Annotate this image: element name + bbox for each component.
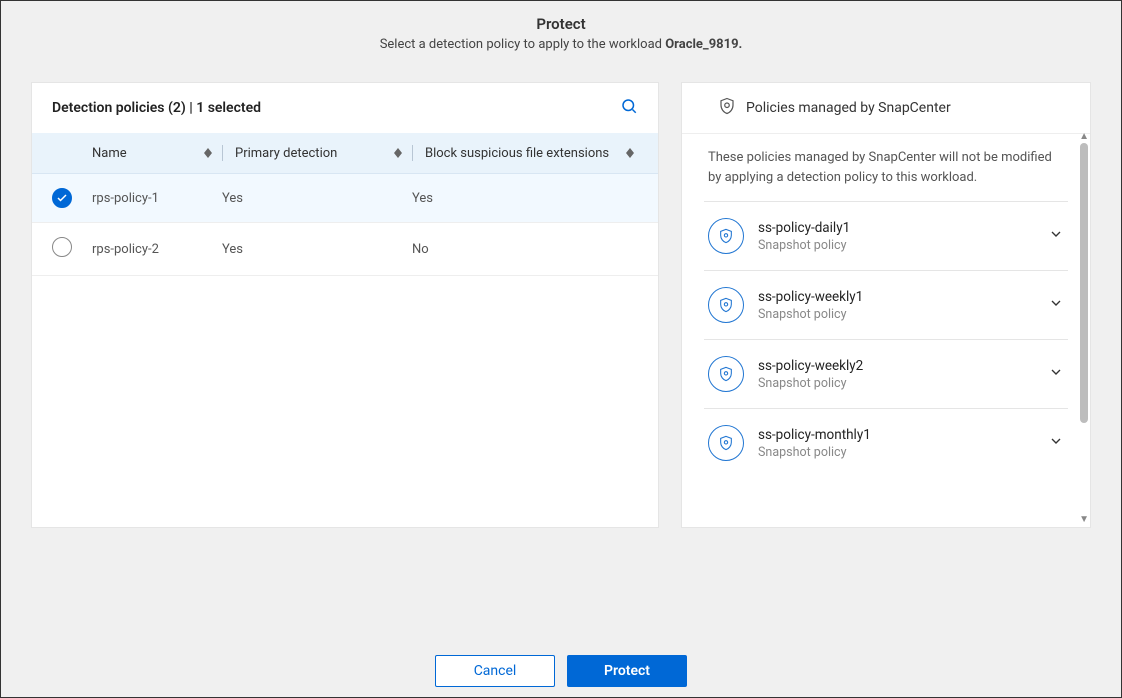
shield-badge-icon (708, 218, 744, 254)
subtitle-prefix: Select a detection policy to apply to th… (380, 37, 666, 52)
shield-badge-icon (708, 425, 744, 461)
policy-name: ss-policy-monthly1 (758, 427, 1034, 443)
cancel-button[interactable]: Cancel (435, 655, 555, 687)
table-header-row: Name Primary detection Block suspicious … (32, 133, 658, 174)
workload-name: Oracle_9819. (665, 37, 742, 52)
policy-item[interactable]: ss-policy-daily1 Snapshot policy (704, 201, 1068, 270)
scroll-down-icon[interactable]: ▼ (1079, 514, 1089, 525)
cell-block: Yes (412, 191, 433, 206)
scrollbar-thumb[interactable] (1080, 143, 1088, 423)
policy-name: ss-policy-daily1 (758, 220, 1034, 236)
column-header-block[interactable]: Block suspicious file extensions (425, 146, 609, 161)
sort-icon[interactable] (204, 148, 212, 158)
shield-icon (718, 97, 736, 119)
policy-item[interactable]: ss-policy-monthly1 Snapshot policy (704, 408, 1068, 477)
page-title: Protect (1, 15, 1121, 33)
chevron-down-icon[interactable] (1048, 364, 1064, 384)
policy-name: ss-policy-weekly2 (758, 358, 1034, 374)
protect-button[interactable]: Protect (567, 655, 687, 687)
row-radio[interactable] (52, 237, 72, 257)
managed-panel-title: Policies managed by SnapCenter (746, 100, 951, 116)
policy-sub: Snapshot policy (758, 307, 1034, 322)
policy-sub: Snapshot policy (758, 376, 1034, 391)
cell-name: rps-policy-1 (92, 191, 159, 206)
scrollbar[interactable] (1080, 143, 1088, 519)
shield-badge-icon (708, 356, 744, 392)
cell-block: No (412, 242, 429, 257)
page-subtitle: Select a detection policy to apply to th… (1, 37, 1121, 52)
detection-policies-panel: Detection policies (2) | 1 selected Name… (31, 82, 659, 528)
table-row[interactable]: rps-policy-2 Yes No (32, 223, 658, 276)
policy-item[interactable]: ss-policy-weekly2 Snapshot policy (704, 339, 1068, 408)
policy-name: ss-policy-weekly1 (758, 289, 1034, 305)
policy-sub: Snapshot policy (758, 445, 1034, 460)
sort-icon[interactable] (394, 148, 402, 158)
chevron-down-icon[interactable] (1048, 226, 1064, 246)
table-row[interactable]: rps-policy-1 Yes Yes (32, 174, 658, 223)
managed-panel-desc: These policies managed by SnapCenter wil… (704, 148, 1068, 187)
managed-policies-panel: Policies managed by SnapCenter ▲ These p… (681, 82, 1091, 528)
column-header-name[interactable]: Name (92, 146, 127, 161)
column-header-primary[interactable]: Primary detection (235, 146, 337, 161)
row-radio[interactable] (52, 188, 72, 208)
chevron-down-icon[interactable] (1048, 433, 1064, 453)
sort-icon[interactable] (626, 148, 634, 158)
chevron-down-icon[interactable] (1048, 295, 1064, 315)
cell-primary: Yes (222, 191, 243, 206)
cell-name: rps-policy-2 (92, 242, 159, 257)
search-icon[interactable] (620, 97, 638, 119)
shield-badge-icon (708, 287, 744, 323)
policy-sub: Snapshot policy (758, 238, 1034, 253)
detection-panel-title: Detection policies (2) | 1 selected (52, 100, 261, 116)
policy-item[interactable]: ss-policy-weekly1 Snapshot policy (704, 270, 1068, 339)
cell-primary: Yes (222, 242, 243, 257)
